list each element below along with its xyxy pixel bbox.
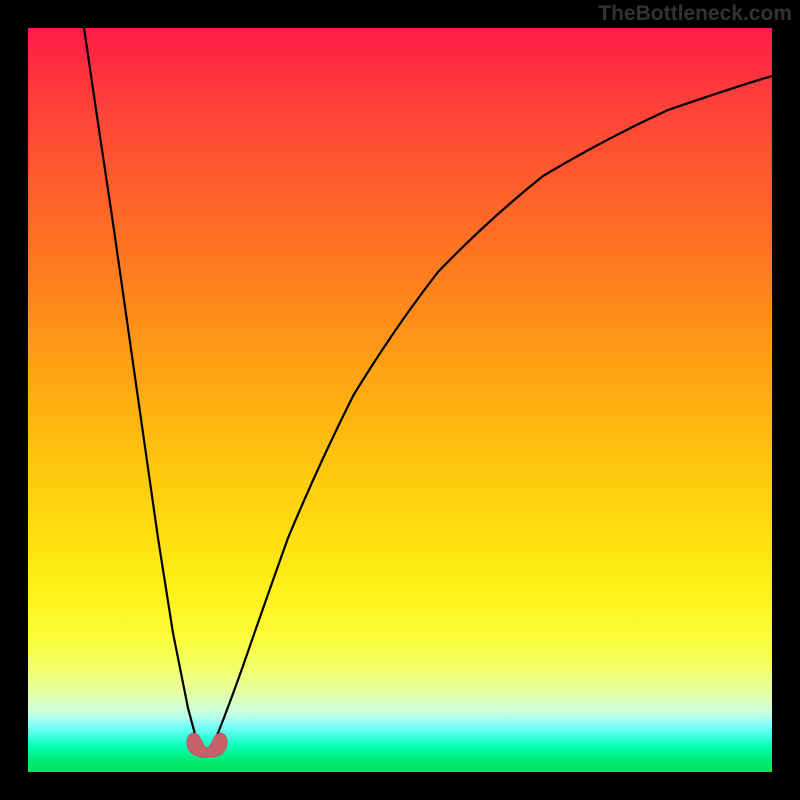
curve-layer — [28, 28, 772, 772]
minimum-marker — [185, 730, 229, 758]
plot-area — [28, 28, 772, 772]
watermark-text: TheBottleneck.com — [598, 2, 792, 26]
curve-right-branch — [208, 76, 772, 752]
curve-left-branch — [84, 28, 204, 752]
